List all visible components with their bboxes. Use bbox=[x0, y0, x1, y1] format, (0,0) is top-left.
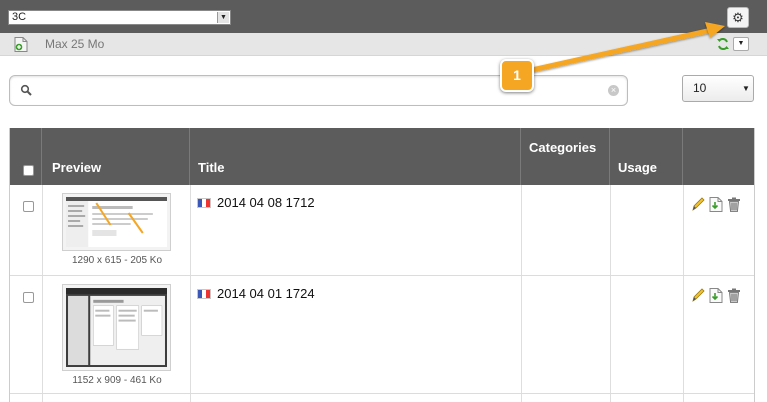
row-title-text: 2014 04 01 1724 bbox=[217, 286, 315, 301]
column-usage[interactable]: Usage bbox=[610, 128, 683, 185]
download-file-icon[interactable] bbox=[709, 288, 723, 303]
french-flag-icon bbox=[197, 289, 211, 299]
download-file-icon[interactable] bbox=[709, 197, 723, 212]
table-row[interactable]: 1152 x 909 - 461 Ko 2014 04 01 1724 bbox=[10, 276, 754, 394]
column-actions bbox=[683, 128, 754, 185]
screenshot-image bbox=[66, 288, 167, 367]
select-all-header bbox=[10, 128, 42, 185]
folder-select-value: 3C bbox=[12, 11, 27, 23]
top-toolbar: 3C ▼ ⚙ bbox=[0, 0, 767, 33]
search-icon bbox=[20, 84, 32, 96]
preview-thumbnail[interactable] bbox=[62, 284, 171, 371]
column-categories[interactable]: Categories bbox=[521, 128, 610, 185]
french-flag-icon bbox=[197, 198, 211, 208]
chevron-down-icon: ▼ bbox=[217, 12, 229, 23]
column-usage-label: Usage bbox=[618, 160, 658, 175]
edit-pencil-icon[interactable] bbox=[691, 197, 705, 212]
image-dimensions: 1152 x 909 - 461 Ko bbox=[72, 375, 162, 386]
callout-badge: 1 bbox=[500, 59, 534, 92]
options-dropdown-button[interactable]: ▼ bbox=[733, 37, 749, 51]
clear-icon[interactable]: × bbox=[608, 85, 619, 96]
quota-label: Max 25 Mo bbox=[45, 37, 105, 51]
row-title-text: 2014 04 08 1712 bbox=[217, 195, 315, 210]
row-checkbox[interactable] bbox=[23, 201, 34, 212]
table-row[interactable]: 1290 x 615 - 205 Ko 2014 04 08 1712 bbox=[10, 185, 754, 276]
upload-file-icon[interactable] bbox=[14, 37, 28, 52]
gear-icon: ⚙ bbox=[732, 10, 744, 25]
screenshot-image bbox=[66, 197, 167, 247]
column-categories-label: Categories bbox=[529, 140, 597, 155]
select-all-checkbox[interactable] bbox=[23, 165, 34, 176]
settings-button[interactable]: ⚙ bbox=[727, 7, 749, 28]
media-table: Preview Title Categories Usage 1290 x 61… bbox=[9, 128, 755, 402]
trash-icon[interactable] bbox=[727, 197, 741, 212]
folder-select[interactable]: 3C ▼ bbox=[8, 10, 231, 25]
row-title[interactable]: 2014 04 08 1712 bbox=[197, 195, 315, 210]
upload-bar: Max 25 Mo ▼ bbox=[0, 33, 767, 56]
edit-pencil-icon[interactable] bbox=[691, 288, 705, 303]
column-title-label: Title bbox=[198, 160, 225, 175]
table-header: Preview Title Categories Usage bbox=[10, 128, 754, 185]
column-preview-label: Preview bbox=[52, 160, 102, 175]
chevron-down-icon: ▼ bbox=[737, 40, 745, 47]
image-dimensions: 1290 x 615 - 205 Ko bbox=[71, 255, 163, 266]
trash-icon[interactable] bbox=[727, 288, 741, 303]
chevron-down-icon: ▼ bbox=[742, 84, 750, 93]
refresh-icon[interactable] bbox=[716, 37, 730, 51]
preview-thumbnail[interactable] bbox=[62, 193, 171, 251]
column-preview[interactable]: Preview bbox=[42, 128, 190, 185]
row-title[interactable]: 2014 04 01 1724 bbox=[197, 286, 315, 301]
search-box[interactable]: × bbox=[9, 75, 628, 106]
column-title[interactable]: Title bbox=[190, 128, 521, 185]
row-checkbox[interactable] bbox=[23, 292, 34, 303]
per-page-value: 10 bbox=[693, 81, 707, 95]
per-page-select[interactable]: 10 ▼ bbox=[682, 75, 754, 102]
